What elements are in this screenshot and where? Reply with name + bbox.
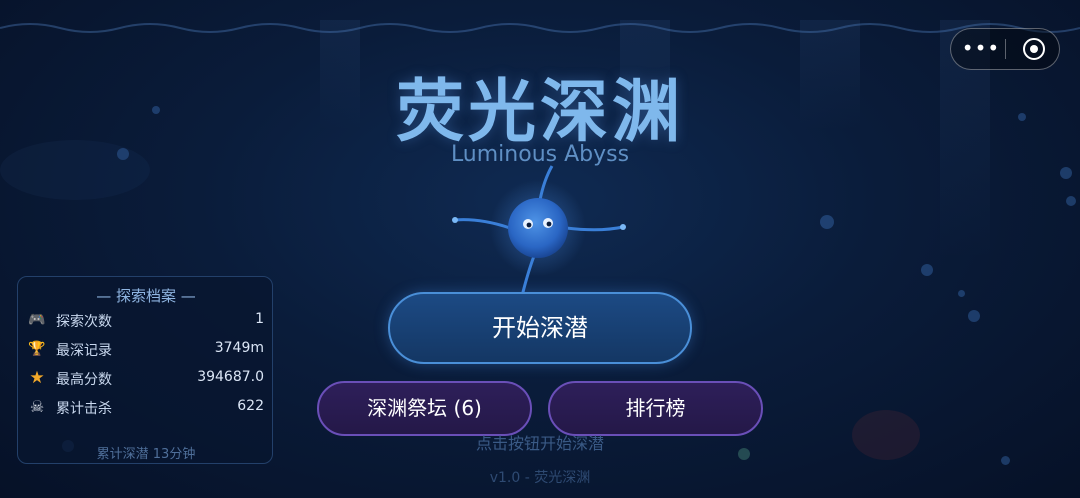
leaderboard-button[interactable]: 排行榜 <box>548 381 763 436</box>
abyss-altar-button[interactable]: 深渊祭坛 (6) <box>317 381 532 436</box>
game-title: 荧光深渊 <box>395 73 684 152</box>
stat-value: 622 <box>237 398 264 414</box>
stat-row-kills: ☠ 累计击杀 622 <box>28 395 264 419</box>
trophy-icon: 🏆 <box>28 341 46 357</box>
stat-label: 累计击杀 <box>56 401 112 417</box>
skull-icon: ☠ <box>29 397 45 416</box>
stat-row-plays: 🎮 探索次数 1 <box>28 308 264 332</box>
glowing-creature-icon <box>452 165 626 297</box>
stat-value: 3749m <box>214 340 264 356</box>
stat-label: 最深记录 <box>56 343 112 359</box>
stat-row-score: ★ 最高分数 394687.0 <box>28 366 264 390</box>
stats-panel-title: — 探索档案 — <box>96 287 196 305</box>
start-dive-button[interactable]: 开始深潜 <box>388 292 692 364</box>
stat-row-depth: 🏆 最深记录 3749m <box>28 337 264 361</box>
stat-label: 最高分数 <box>56 372 112 388</box>
version-label: v1.0 - 荧光深渊 <box>489 470 591 486</box>
star-icon: ★ <box>29 368 45 388</box>
total-dive-time: 累计深潜 13分钟 <box>96 447 196 462</box>
stat-value: 394687.0 <box>197 369 264 385</box>
stat-value: 1 <box>255 311 264 327</box>
stat-label: 探索次数 <box>56 314 112 330</box>
water-surface-wave <box>0 23 1080 33</box>
gamepad-icon: 🎮 <box>28 312 46 328</box>
exploration-stats-panel: — 探索档案 — 🎮 探索次数 1 🏆 最深记录 3749m ★ 最高分数 39… <box>17 276 273 464</box>
